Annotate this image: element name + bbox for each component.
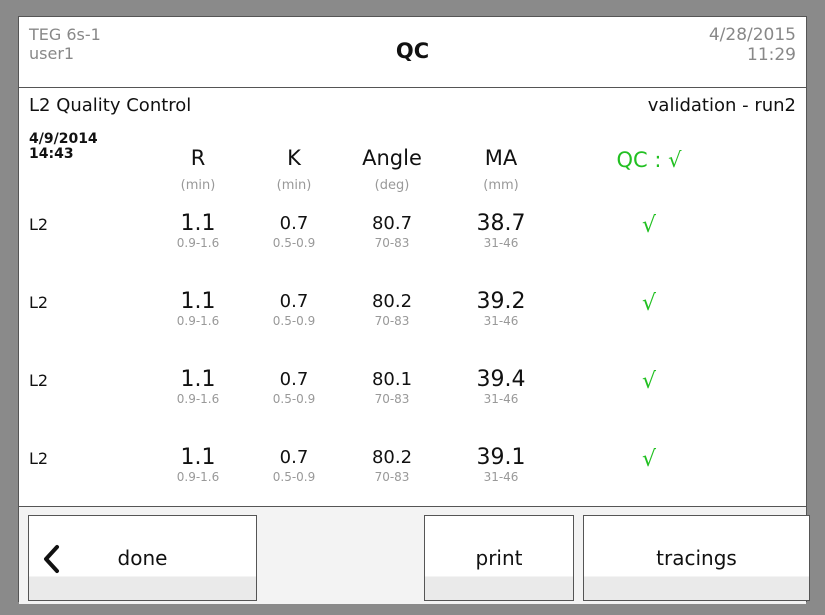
angle-value: 80.7	[371, 213, 413, 234]
angle-cell: 80.7 70-83	[337, 212, 447, 250]
row-label: L2	[29, 215, 49, 234]
ma-range: 31-46	[483, 236, 519, 250]
angle-range: 70-83	[374, 392, 410, 406]
r-cell: 1.1 0.9-1.6	[143, 289, 253, 329]
qc-pass-check-icon: √	[641, 369, 657, 394]
column-unit: (deg)	[374, 178, 410, 193]
ma-cell: 38.7 31-46	[446, 211, 556, 251]
qc-pass-check-icon: √	[641, 447, 657, 472]
k-range: 0.5-0.9	[272, 314, 316, 328]
run-time: 14:43	[29, 146, 74, 162]
tracings-button-label: tracings	[656, 546, 737, 570]
ma-cell: 39.4 31-46	[446, 367, 556, 407]
k-cell: 0.7 0.5-0.9	[239, 290, 349, 328]
k-value: 0.7	[279, 447, 309, 468]
qc-status-header: QC : √	[616, 148, 682, 172]
ma-value: 39.2	[476, 289, 526, 314]
column-header-r: R (min)	[143, 146, 253, 193]
footer-bar: done print tracings	[19, 506, 810, 604]
k-value: 0.7	[279, 369, 309, 390]
column-unit: (min)	[180, 178, 216, 193]
angle-cell: 80.1 70-83	[337, 368, 447, 406]
angle-range: 70-83	[374, 314, 410, 328]
qc-pass-check-icon: √	[641, 291, 657, 316]
qc-screen: TEG 6s-1 user1 QC 4/28/2015 11:29 L2 Qua…	[18, 16, 810, 604]
angle-range: 70-83	[374, 236, 410, 250]
header-bar: TEG 6s-1 user1 QC 4/28/2015 11:29	[19, 17, 806, 88]
print-button-label: print	[475, 546, 523, 570]
ma-range: 31-46	[483, 392, 519, 406]
k-value: 0.7	[279, 213, 309, 234]
print-button[interactable]: print	[424, 515, 574, 601]
row-label: L2	[29, 449, 49, 468]
column-name: MA	[484, 146, 518, 170]
ma-cell: 39.1 31-46	[446, 445, 556, 485]
angle-value: 80.1	[371, 369, 413, 390]
k-cell: 0.7 0.5-0.9	[239, 368, 349, 406]
r-value: 1.1	[180, 289, 216, 314]
tracings-button[interactable]: tracings	[583, 515, 810, 601]
ma-value: 38.7	[476, 211, 526, 236]
run-name: validation - run2	[647, 95, 796, 116]
current-date: 4/28/2015	[708, 25, 796, 45]
done-button-label: done	[117, 546, 168, 570]
angle-cell: 80.2 70-83	[337, 446, 447, 484]
r-range: 0.9-1.6	[176, 236, 220, 250]
qc-level-title: L2 Quality Control	[29, 95, 192, 116]
column-unit: (mm)	[483, 178, 519, 193]
k-cell: 0.7 0.5-0.9	[239, 446, 349, 484]
r-cell: 1.1 0.9-1.6	[143, 367, 253, 407]
current-time: 11:29	[747, 45, 796, 65]
angle-value: 80.2	[371, 291, 413, 312]
angle-range: 70-83	[374, 470, 410, 484]
done-button[interactable]: done	[28, 515, 257, 601]
datetime: 4/28/2015 11:29	[709, 25, 796, 65]
k-range: 0.5-0.9	[272, 392, 316, 406]
column-name: K	[287, 146, 301, 170]
r-cell: 1.1 0.9-1.6	[143, 211, 253, 251]
k-range: 0.5-0.9	[272, 236, 316, 250]
column-header-ma: MA (mm)	[446, 146, 556, 193]
r-value: 1.1	[180, 445, 216, 470]
page-title: QC	[395, 39, 430, 63]
r-value: 1.1	[180, 211, 216, 236]
r-range: 0.9-1.6	[176, 314, 220, 328]
chevron-left-icon	[44, 545, 59, 573]
row-label: L2	[29, 293, 49, 312]
column-header-angle: Angle (deg)	[337, 146, 447, 193]
column-name: R	[190, 146, 206, 170]
r-cell: 1.1 0.9-1.6	[143, 445, 253, 485]
row-label: L2	[29, 371, 49, 390]
k-value: 0.7	[279, 291, 309, 312]
k-range: 0.5-0.9	[272, 470, 316, 484]
run-datetime: 4/9/2014 14:43	[29, 132, 98, 162]
run-date: 4/9/2014	[29, 131, 98, 147]
column-unit: (min)	[276, 178, 312, 193]
r-range: 0.9-1.6	[176, 392, 220, 406]
r-range: 0.9-1.6	[176, 470, 220, 484]
ma-value: 39.1	[476, 445, 526, 470]
k-cell: 0.7 0.5-0.9	[239, 212, 349, 250]
ma-range: 31-46	[483, 314, 519, 328]
column-header-k: K (min)	[239, 146, 349, 193]
angle-cell: 80.2 70-83	[337, 290, 447, 328]
ma-value: 39.4	[476, 367, 526, 392]
ma-range: 31-46	[483, 470, 519, 484]
r-value: 1.1	[180, 367, 216, 392]
column-name: Angle	[362, 146, 422, 170]
qc-pass-check-icon: √	[641, 213, 657, 238]
angle-value: 80.2	[371, 447, 413, 468]
ma-cell: 39.2 31-46	[446, 289, 556, 329]
